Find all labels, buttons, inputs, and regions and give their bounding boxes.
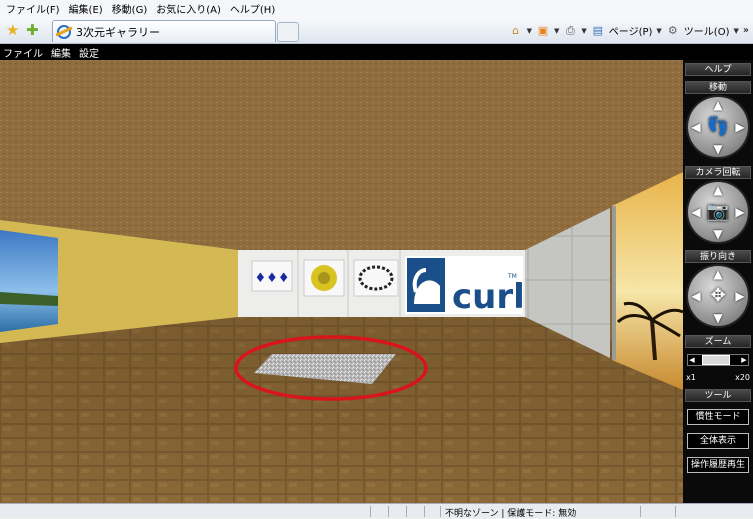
- browser-command-row: ★ ✚ 3次元ギャラリー ⌂ ▼ ▣ ▼ ⎙ ▼ ▤ ページ(P) ▼ ⚙ ツール(O)…: [0, 17, 753, 44]
- camera-up-arrow-icon[interactable]: ▲: [712, 184, 724, 196]
- app-menu-file[interactable]: ファイル: [3, 45, 43, 60]
- tools-menu[interactable]: ツール(O): [684, 23, 730, 38]
- camera-rotate-pad[interactable]: ▲ ▼ ◀ ▶ 📷: [688, 182, 748, 242]
- overview-button[interactable]: 全体表示: [687, 433, 749, 449]
- menu-help[interactable]: ヘルプ(H): [230, 1, 275, 16]
- turn-up-arrow-icon[interactable]: ▲: [712, 268, 724, 280]
- turn-right-arrow-icon[interactable]: ▶: [734, 290, 746, 302]
- page-dropdown-icon[interactable]: ▼: [656, 27, 661, 35]
- camera-right-arrow-icon[interactable]: ▶: [734, 206, 746, 218]
- curl-tm-mark: TM: [507, 273, 517, 280]
- turn-down-arrow-icon[interactable]: ▼: [712, 312, 724, 324]
- status-divider: [388, 506, 389, 517]
- zoom-max-label: x20: [735, 373, 750, 382]
- menu-edit[interactable]: 編集(E): [69, 1, 103, 16]
- tools-dropdown-icon[interactable]: ▼: [733, 27, 738, 35]
- camera-icon: 📷: [706, 201, 730, 222]
- new-tab-button[interactable]: [277, 22, 299, 42]
- curl-logo-text: curl: [452, 277, 525, 317]
- orientation-title: 振り向き: [685, 250, 751, 263]
- tab-title: 3次元ギャラリー: [76, 25, 160, 39]
- app-menu-edit[interactable]: 編集: [51, 45, 71, 60]
- home-dropdown-icon[interactable]: ▼: [527, 27, 532, 35]
- ie-page-icon: [57, 24, 71, 39]
- status-divider: [675, 506, 676, 517]
- status-divider: [440, 506, 441, 517]
- command-bar: ⌂ ▼ ▣ ▼ ⎙ ▼ ▤ ページ(P) ▼ ⚙ ツール(O) ▼ »: [509, 23, 749, 39]
- turn-left-arrow-icon[interactable]: ◀: [690, 290, 702, 302]
- move-left-arrow-icon[interactable]: ◀: [690, 121, 702, 133]
- help-button[interactable]: ヘルプ: [685, 63, 751, 76]
- camera-rotate-title: カメラ回転: [685, 166, 751, 179]
- add-favorite-icon[interactable]: ✚: [26, 22, 42, 38]
- favorites-star-icon[interactable]: ★: [6, 22, 22, 38]
- menu-favorites[interactable]: お気に入り(A): [156, 1, 221, 16]
- move-title: 移動: [685, 81, 751, 94]
- move-down-arrow-icon[interactable]: ▼: [712, 143, 724, 155]
- feeds-dropdown-icon[interactable]: ▼: [554, 27, 559, 35]
- status-divider: [370, 506, 371, 517]
- page-menu[interactable]: ページ(P): [609, 23, 653, 38]
- zoom-slider[interactable]: ◀ ▶: [687, 354, 749, 366]
- app-menubar: ファイル 編集 設定: [0, 44, 753, 60]
- print-dropdown-icon[interactable]: ▼: [581, 27, 586, 35]
- move-up-arrow-icon[interactable]: ▲: [712, 99, 724, 111]
- zoom-out-arrow-icon[interactable]: ◀: [688, 355, 696, 365]
- overflow-chevron-icon[interactable]: »: [743, 25, 749, 36]
- page-icon: ▤: [592, 23, 603, 37]
- zoom-slider-thumb[interactable]: [702, 355, 730, 365]
- gear-icon: ⚙: [667, 23, 678, 37]
- camera-left-arrow-icon[interactable]: ◀: [690, 206, 702, 218]
- print-icon[interactable]: ⎙: [563, 24, 577, 38]
- gallery-scene-drawing: ♦♦♦ curl TM: [0, 60, 683, 503]
- gallery-3d-viewport[interactable]: ♦♦♦ curl TM: [0, 60, 683, 503]
- inertia-mode-button[interactable]: 慣性モード: [687, 409, 749, 425]
- status-bar: 不明なゾーン | 保護モード: 無効: [0, 503, 753, 519]
- rotate-arrows-icon: ✥: [710, 285, 726, 306]
- menu-go[interactable]: 移動(G): [112, 1, 148, 16]
- status-divider: [406, 506, 407, 517]
- zoom-in-arrow-icon[interactable]: ▶: [740, 355, 748, 365]
- app-menu-settings[interactable]: 設定: [79, 45, 99, 60]
- zoom-min-label: x1: [686, 373, 696, 382]
- move-pad[interactable]: ▲ ▼ ◀ ▶ 👣: [688, 97, 748, 157]
- home-icon[interactable]: ⌂: [509, 24, 523, 38]
- feeds-icon[interactable]: ▣: [536, 24, 550, 38]
- status-divider: [640, 506, 641, 517]
- tools-title: ツール: [685, 389, 751, 402]
- control-panel: ヘルプ 移動 ▲ ▼ ◀ ▶ 👣 カメラ回転 ▲ ▼ ◀ ▶ 📷 振り向き ▲ …: [683, 60, 753, 503]
- zoom-title: ズーム: [685, 335, 751, 348]
- tab-gallery[interactable]: 3次元ギャラリー: [52, 20, 276, 42]
- status-divider: [424, 506, 425, 517]
- browser-menubar: ファイル(F) 編集(E) 移動(G) お気に入り(A) ヘルプ(H): [0, 0, 753, 17]
- history-replay-button[interactable]: 操作履歴再生: [687, 457, 749, 473]
- orientation-pad[interactable]: ▲ ▼ ◀ ▶ ✥: [688, 266, 748, 326]
- move-right-arrow-icon[interactable]: ▶: [734, 121, 746, 133]
- camera-down-arrow-icon[interactable]: ▼: [712, 228, 724, 240]
- footsteps-icon: 👣: [706, 116, 730, 137]
- status-zone-text: 不明なゾーン | 保護モード: 無効: [445, 509, 577, 519]
- svg-text:♦♦♦: ♦♦♦: [255, 271, 290, 286]
- menu-file[interactable]: ファイル(F): [6, 1, 60, 16]
